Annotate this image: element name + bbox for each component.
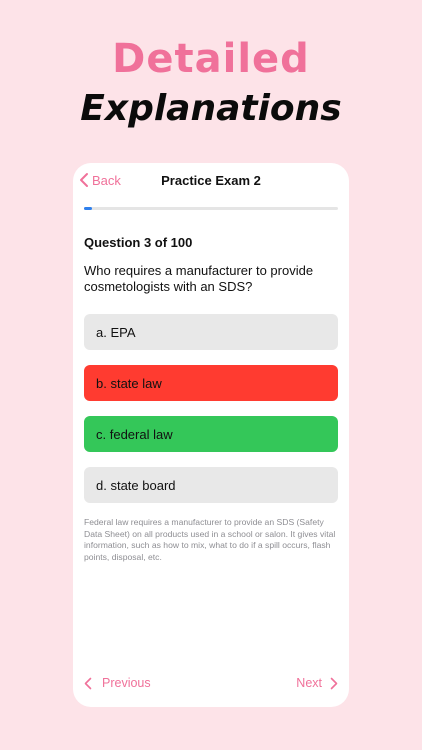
previous-button[interactable]: Previous	[84, 676, 151, 690]
phone-screen: Back Practice Exam 2 Question 3 of 100 W…	[73, 163, 349, 707]
chevron-right-icon	[330, 677, 338, 689]
answer-option-c[interactable]: c. federal law	[84, 416, 338, 452]
explanation-text: Federal law requires a manufacturer to p…	[84, 517, 336, 562]
answer-option-label: d. state board	[96, 477, 176, 493]
chevron-left-icon	[84, 677, 92, 689]
answer-option-a[interactable]: a. EPA	[84, 314, 338, 350]
navigation-bar: Back Practice Exam 2	[73, 163, 349, 199]
answer-option-b[interactable]: b. state law	[84, 365, 338, 401]
next-label: Next	[296, 676, 322, 690]
answer-option-label: b. state law	[96, 375, 162, 391]
previous-label: Previous	[102, 676, 151, 690]
promo-headline-line1: Detailed	[112, 36, 310, 82]
progress-bar	[84, 207, 338, 210]
answer-option-d[interactable]: d. state board	[84, 467, 338, 503]
progress-fill	[84, 207, 92, 210]
page-title: Practice Exam 2	[161, 173, 261, 188]
answer-option-label: a. EPA	[96, 324, 136, 340]
promo-headline-line2: Explanations	[80, 88, 342, 129]
question-text: Who requires a manufacturer to provide c…	[84, 263, 314, 294]
answer-option-label: c. federal law	[96, 426, 173, 442]
question-counter: Question 3 of 100	[84, 235, 193, 250]
next-button[interactable]: Next	[296, 676, 338, 690]
